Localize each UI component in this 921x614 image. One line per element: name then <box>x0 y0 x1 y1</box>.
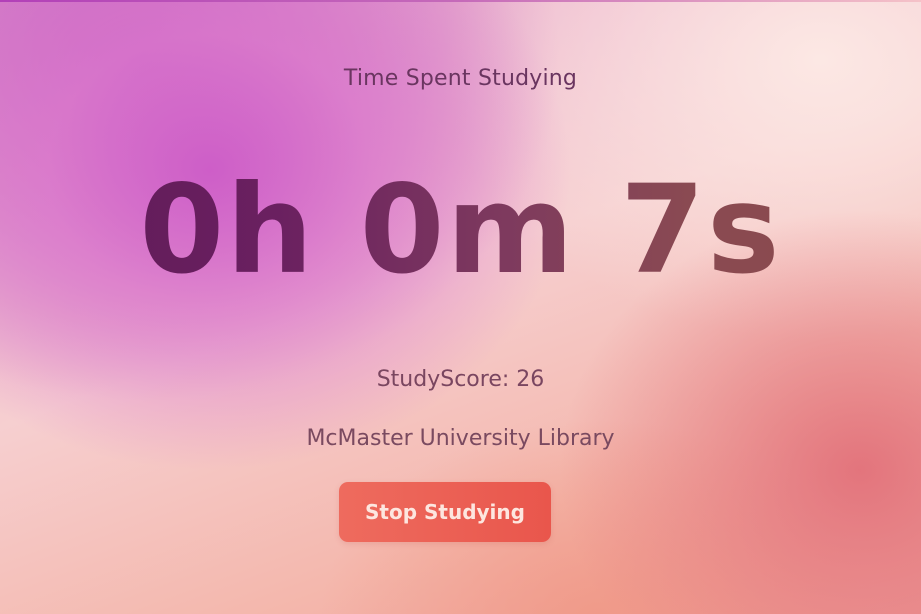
study-session-panel: Time Spent Studying 0h 0m 7s StudyScore:… <box>0 0 921 614</box>
stop-studying-button[interactable]: Stop Studying <box>339 482 551 542</box>
study-location: McMaster University Library <box>306 426 615 451</box>
page-title: Time Spent Studying <box>343 66 578 91</box>
elapsed-time-display: 0h 0m 7s <box>0 160 921 300</box>
study-score: StudyScore: 26 <box>376 367 545 392</box>
